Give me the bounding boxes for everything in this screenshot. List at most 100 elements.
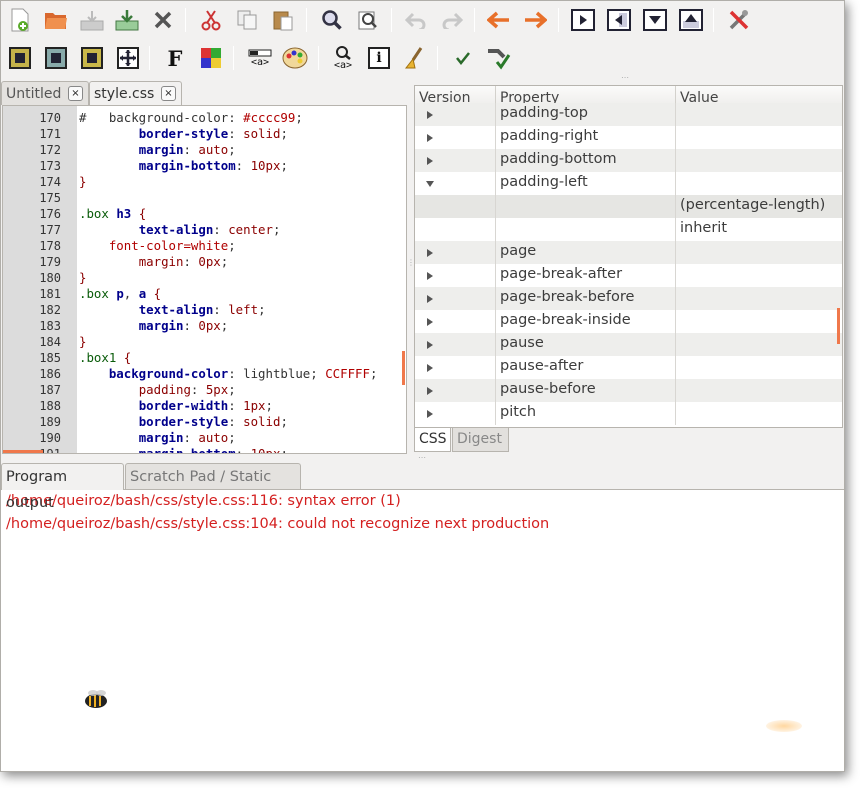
code-line[interactable]: .box p, a {: [79, 286, 161, 302]
tab-digest[interactable]: Digest: [452, 428, 509, 452]
brush-icon[interactable]: [401, 45, 427, 71]
link-search-icon[interactable]: <a>: [330, 45, 356, 71]
back-arrow-icon[interactable]: [486, 7, 512, 33]
property-row[interactable]: pitch: [415, 402, 842, 425]
code-line[interactable]: margin: 0px;: [79, 254, 229, 270]
property-row[interactable]: page-break-inside: [415, 310, 842, 333]
paste-icon[interactable]: [270, 7, 296, 33]
property-row[interactable]: padding-left: [415, 172, 842, 195]
expand-arrow-icon[interactable]: [427, 410, 433, 418]
code-line[interactable]: margin: auto;: [79, 430, 236, 446]
open-folder-icon[interactable]: [43, 7, 69, 33]
new-file-icon[interactable]: [7, 7, 33, 33]
forward-arrow-icon[interactable]: [522, 7, 548, 33]
expand-arrow-icon[interactable]: [427, 318, 433, 326]
check-icon[interactable]: [450, 45, 476, 71]
pane-splitter-top[interactable]: ⋯: [621, 74, 633, 83]
font-icon[interactable]: F: [162, 45, 188, 71]
code-line[interactable]: text-align: left;: [79, 302, 266, 318]
property-row[interactable]: (percentage-length): [415, 195, 842, 218]
properties-scrollbar[interactable]: [837, 308, 840, 344]
cut-icon[interactable]: [198, 7, 224, 33]
tools-icon[interactable]: [726, 7, 752, 33]
close-tab-icon[interactable]: ×: [68, 86, 83, 101]
info-icon[interactable]: i: [366, 45, 392, 71]
line-number: 172: [39, 143, 61, 157]
code-line[interactable]: margin: 0px;: [79, 318, 229, 334]
program-output[interactable]: /home/queiroz/bash/css/style.css:116: sy…: [1, 489, 844, 771]
vertical-scrollbar[interactable]: [402, 351, 405, 385]
line-number: 189: [39, 415, 61, 429]
view-properties-icon[interactable]: [606, 7, 632, 33]
move-icon[interactable]: [115, 45, 141, 71]
validate-icon[interactable]: [485, 45, 511, 71]
property-row[interactable]: pause-after: [415, 356, 842, 379]
code-line[interactable]: margin: auto;: [79, 142, 236, 158]
find-replace-icon[interactable]: [355, 7, 381, 33]
code-line[interactable]: margin-bottom: 10px;: [79, 158, 288, 174]
tab-css[interactable]: CSS: [414, 428, 451, 452]
close-icon[interactable]: [150, 7, 176, 33]
property-row[interactable]: padding-top: [415, 103, 842, 126]
collapse-arrow-icon[interactable]: [426, 181, 434, 187]
expand-arrow-icon[interactable]: [427, 134, 433, 142]
copy-icon[interactable]: [234, 7, 260, 33]
code-line[interactable]: margin-bottom: 10px;: [79, 446, 288, 453]
code-line[interactable]: # background-color: #cccc99;: [79, 110, 303, 126]
tab-untitled[interactable]: Untitled ×: [1, 81, 89, 105]
expand-arrow-icon[interactable]: [427, 387, 433, 395]
expand-arrow-icon[interactable]: [427, 249, 433, 257]
view-editor-icon[interactable]: [570, 7, 596, 33]
property-row[interactable]: page: [415, 241, 842, 264]
code-line[interactable]: }: [79, 334, 86, 350]
color-palette-icon[interactable]: [198, 45, 224, 71]
close-tab-icon[interactable]: ×: [161, 86, 176, 101]
tab-program-output[interactable]: Program output: [1, 463, 124, 511]
property-row[interactable]: inherit: [415, 218, 842, 241]
property-row[interactable]: page-break-before: [415, 287, 842, 310]
redo-icon[interactable]: [439, 7, 465, 33]
box-style-icon[interactable]: [7, 45, 33, 71]
view-up-icon[interactable]: [678, 7, 704, 33]
property-name: page-break-after: [500, 266, 623, 282]
undo-icon[interactable]: [403, 7, 429, 33]
expand-arrow-icon[interactable]: [427, 341, 433, 349]
code-line[interactable]: .box h3 {: [79, 206, 146, 222]
property-row[interactable]: pause-before: [415, 379, 842, 402]
expand-arrow-icon[interactable]: [427, 272, 433, 280]
palette-icon[interactable]: [282, 45, 308, 71]
link-tag-icon[interactable]: <a>: [246, 45, 274, 71]
code-editor[interactable]: 170 171 172 173 174 175 176 177 178 179 180 181 182 1…: [2, 105, 407, 454]
pane-splitter-bottom[interactable]: ⋯: [418, 453, 427, 462]
line-number: 184: [39, 335, 61, 349]
expand-arrow-icon[interactable]: [427, 295, 433, 303]
code-line[interactable]: padding: 5px;: [79, 382, 236, 398]
tab-style-css[interactable]: style.css ×: [89, 81, 182, 105]
property-row[interactable]: page-break-after: [415, 264, 842, 287]
code-line[interactable]: }: [79, 270, 86, 286]
property-row[interactable]: padding-right: [415, 126, 842, 149]
css-property-tree[interactable]: Version Property Value padding-top paddin…: [414, 85, 843, 428]
expand-arrow-icon[interactable]: [427, 157, 433, 165]
code-line[interactable]: .box1 {: [79, 350, 131, 366]
horizontal-scrollbar[interactable]: [3, 450, 43, 453]
code-line[interactable]: }: [79, 174, 86, 190]
code-line[interactable]: background-color: lightblue; CCFFFF;: [79, 366, 378, 382]
code-line[interactable]: border-style: solid;: [79, 414, 288, 430]
view-down-icon[interactable]: [642, 7, 668, 33]
expand-arrow-icon[interactable]: [427, 111, 433, 119]
code-line[interactable]: font-color=white;: [79, 238, 236, 254]
property-row[interactable]: pause: [415, 333, 842, 356]
save-icon[interactable]: [79, 7, 105, 33]
code-line[interactable]: text-align: center;: [79, 222, 281, 238]
expand-arrow-icon[interactable]: [427, 364, 433, 372]
code-line[interactable]: border-width: 1px;: [79, 398, 273, 414]
code-line[interactable]: border-style: solid;: [79, 126, 288, 142]
box-style-3-icon[interactable]: [79, 45, 105, 71]
box-style-2-icon[interactable]: [43, 45, 69, 71]
find-icon[interactable]: [319, 7, 345, 33]
save-as-icon[interactable]: [114, 7, 140, 33]
tab-scratch-pad[interactable]: Scratch Pad / Static Pad: [125, 463, 301, 511]
property-row[interactable]: padding-bottom: [415, 149, 842, 172]
pane-splitter[interactable]: ⋮: [407, 259, 415, 267]
